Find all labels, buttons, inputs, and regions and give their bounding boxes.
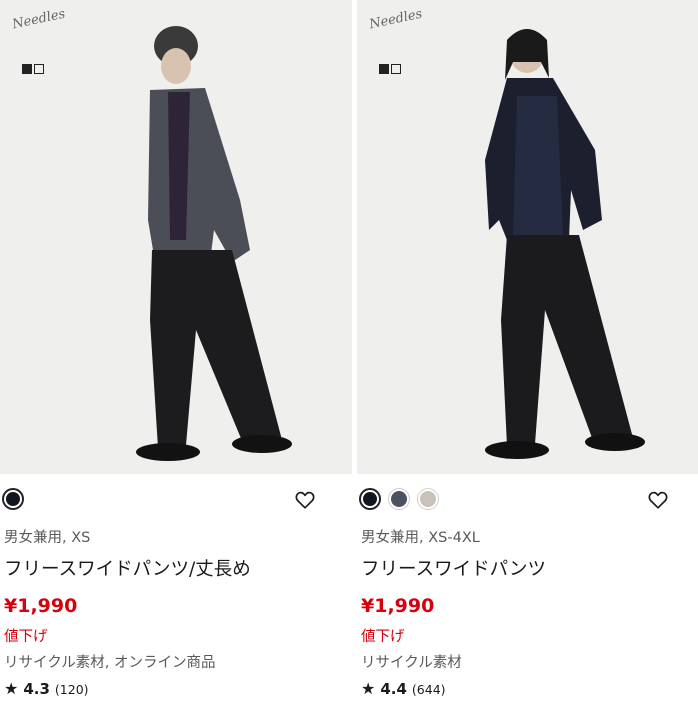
product-tags: リサイクル素材 [361,655,462,671]
product-grid: Needles 男女兼用, XS フリースワイドパンツ/丈長め ¥1,990 値… [0,0,698,701]
price-reduced-label: 値下げ [361,629,405,645]
product-name[interactable]: フリースワイドパンツ [361,555,546,581]
review-count: (644) [411,682,446,697]
model-illustration [357,0,698,474]
review-count: (120) [54,682,89,697]
product-price: ¥1,990 [4,595,78,617]
heart-outline-icon[interactable] [294,489,316,511]
product-rating[interactable]: ★ 4.3 (120) [4,679,89,698]
star-icon: ★ [4,679,19,698]
uniqlo-logo-icon [379,64,401,74]
rating-score: 4.4 [380,680,407,698]
product-rating[interactable]: ★ 4.4 (644) [361,679,446,698]
color-swatch[interactable] [359,488,381,510]
heart-outline-icon[interactable] [647,489,669,511]
price-reduced-label: 値下げ [4,629,48,645]
color-swatch[interactable] [2,488,24,510]
product-card[interactable]: Needles 男女兼用, XS-4XL フリースワイドパンツ ¥1,990 値… [357,0,698,701]
product-image[interactable]: Needles [0,0,352,474]
rating-score: 4.3 [23,680,50,698]
model-illustration [0,0,352,474]
product-image[interactable]: Needles [357,0,698,474]
color-swatch[interactable] [388,488,410,510]
gender-size: 男女兼用, XS [4,530,91,546]
uniqlo-logo-icon [22,64,44,74]
product-card[interactable]: Needles 男女兼用, XS フリースワイドパンツ/丈長め ¥1,990 値… [0,0,352,701]
product-name[interactable]: フリースワイドパンツ/丈長め [4,555,251,581]
color-swatches [359,488,439,510]
product-tags: リサイクル素材, オンライン商品 [4,655,216,671]
gender-size: 男女兼用, XS-4XL [361,530,480,546]
product-price: ¥1,990 [361,595,435,617]
color-swatches [2,488,24,510]
color-swatch[interactable] [417,488,439,510]
star-icon: ★ [361,679,376,698]
